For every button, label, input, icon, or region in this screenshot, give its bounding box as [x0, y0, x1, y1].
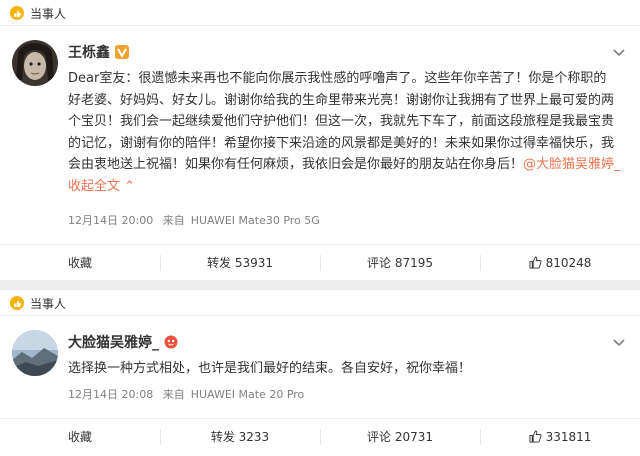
avatar[interactable] — [12, 40, 58, 86]
repost-button[interactable]: 转发 53931 — [160, 245, 320, 280]
source-device[interactable]: HUAWEI Mate30 Pro 5G — [191, 214, 320, 227]
weibo-post-2: 当事人 大脸猫吴雅婷_ 选择换一种方式相处，也许是我们最好的结束。各自安好，祝你… — [0, 290, 640, 456]
post-text-line: 个宝贝！我们会一起继续爱他们守护他们！但这一次，我就先下车了，前面这段旅程是我最… — [68, 114, 615, 129]
post-text-line: Dear室友：很遗憾未来再也不能向你展示我性感的呼噜声了。这些年你辛苦了！你是个… — [68, 71, 607, 86]
post-time[interactable]: 12月14日 20:08 — [68, 388, 153, 401]
author-row: 大脸猫吴雅婷_ — [68, 332, 178, 352]
author-row: 王栎鑫 — [68, 42, 129, 62]
action-bar: 收藏 转发 53931 评论 87195 810248 — [0, 244, 640, 280]
mention-link[interactable]: @大脸猫吴雅婷_ — [523, 157, 621, 172]
chevron-down-icon[interactable] — [612, 48, 626, 58]
tag-bar: 当事人 — [0, 290, 640, 316]
emoji-face-badge-icon — [164, 335, 178, 349]
collapse-row: 收起全文 ⌃ — [68, 176, 624, 198]
repost-button[interactable]: 转发 3233 — [160, 419, 320, 454]
post-text-line: 选择换一种方式相处，也许是我们最好的结束。各自安好，祝你幸福！ — [68, 361, 472, 376]
collapse-link[interactable]: 收起全文 — [68, 179, 120, 194]
source-prefix: 来自 — [162, 214, 185, 227]
tag-label: 当事人 — [30, 7, 67, 21]
post-text-line: 的记忆，谢谢有你的陪伴！希望你接下来沿途的风景都是美好的！未来如果你过得幸福快乐… — [68, 135, 615, 151]
like-button[interactable]: 331811 — [480, 419, 640, 454]
tag-label: 当事人 — [30, 297, 67, 311]
thumbs-up-icon — [529, 256, 542, 269]
weibo-post-1: 当事人 王栎鑫 Dear室友：很遗憾未来再也不能向你展示我性感的呼噜声了。这些年… — [0, 0, 640, 280]
thumbs-up-tag-icon — [10, 6, 24, 20]
verified-v-badge-icon — [115, 45, 129, 59]
comment-button[interactable]: 评论 87195 — [320, 245, 480, 280]
author-name[interactable]: 大脸猫吴雅婷_ — [68, 332, 159, 352]
post-time[interactable]: 12月14日 20:00 — [68, 214, 153, 227]
post-meta: 12月14日 20:00 来自 HUAWEI Mate30 Pro 5G — [68, 212, 326, 228]
source-prefix: 来自 — [162, 388, 185, 401]
post-meta: 12月14日 20:08 来自 HUAWEI Mate 20 Pro — [68, 386, 310, 402]
collapse-caret-icon[interactable]: ⌃ — [120, 179, 135, 194]
source-device[interactable]: HUAWEI Mate 20 Pro — [191, 388, 305, 401]
action-bar: 收藏 转发 3233 评论 20731 331811 — [0, 418, 640, 454]
chevron-down-icon[interactable] — [612, 338, 626, 348]
like-button[interactable]: 810248 — [480, 245, 640, 280]
comment-button[interactable]: 评论 20731 — [320, 419, 480, 454]
tag-bar: 当事人 — [0, 0, 640, 26]
avatar[interactable] — [12, 330, 58, 376]
author-name[interactable]: 王栎鑫 — [68, 42, 110, 62]
thumbs-up-icon — [529, 430, 542, 443]
post-text-line: 好老婆、好妈妈、好女儿。谢谢你给我的生命里带来光亮！谢谢你让我拥有了世界上最可爱… — [68, 92, 615, 108]
favorite-button[interactable]: 收藏 — [0, 419, 160, 454]
favorite-button[interactable]: 收藏 — [0, 245, 160, 280]
post-text-line-last: 会由衷地送上祝福！如果你有任何麻烦，我依旧会是你最好的朋友站在你身后！@大脸猫吴… — [68, 157, 621, 172]
post-text: 选择换一种方式相处，也许是我们最好的结束。各自安好，祝你幸福！ — [68, 358, 624, 380]
post-text: Dear室友：很遗憾未来再也不能向你展示我性感的呼噜声了。这些年你辛苦了！你是个… — [68, 68, 624, 197]
thumbs-up-tag-icon — [10, 296, 24, 310]
